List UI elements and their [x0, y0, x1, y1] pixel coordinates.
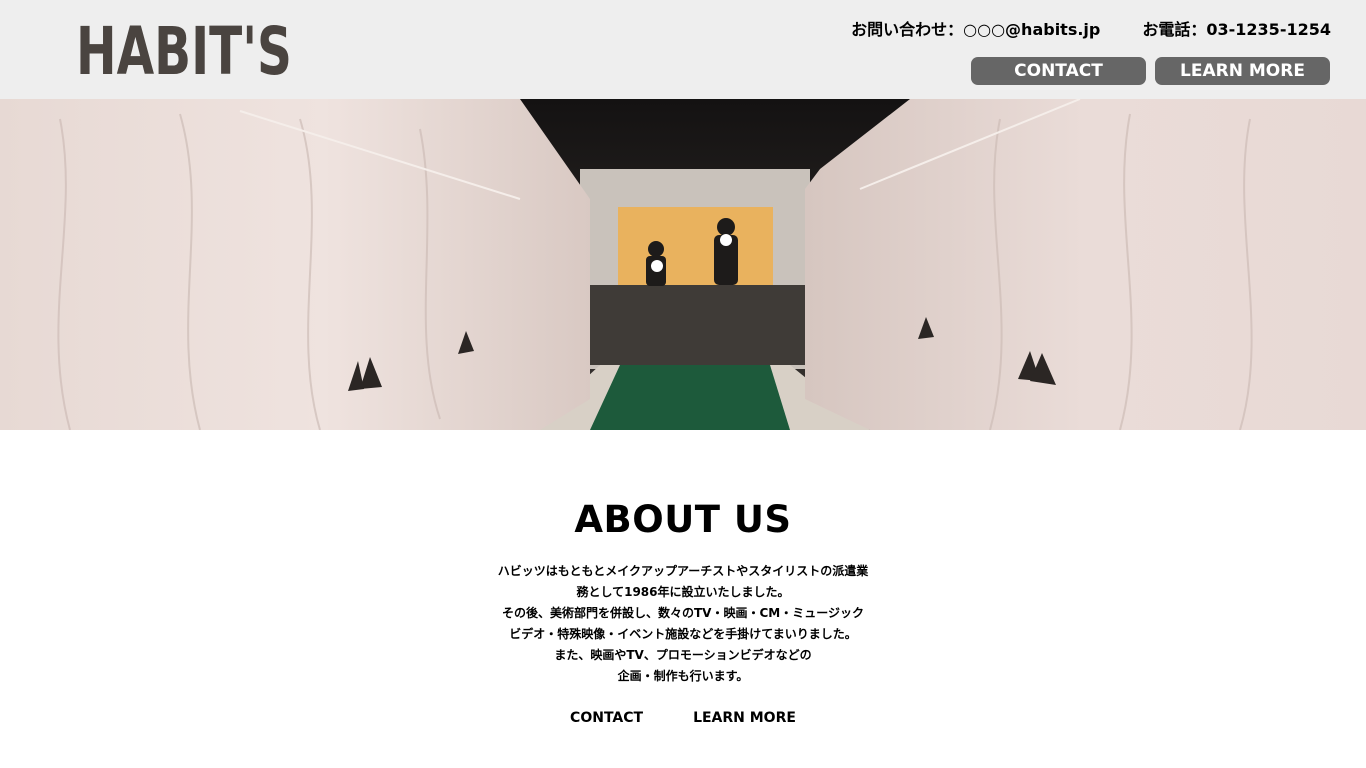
about-line: 務として1986年に設立いたしました。 — [576, 585, 790, 599]
about-links: CONTACT LEARN MORE — [0, 710, 1366, 726]
email-info: お問い合わせ：○○○@habits.jp — [851, 20, 1101, 39]
learn-more-button[interactable]: LEARN MORE — [1155, 57, 1330, 85]
about-title: ABOUT US — [574, 498, 792, 541]
about-line: その後、美術部門を併設し、数々のTV・映画・CM・ミュージック — [502, 606, 864, 620]
logo-text: HABIT'S — [76, 18, 292, 76]
about-contact-link[interactable]: CONTACT — [570, 710, 643, 726]
about-line: ビデオ・特殊映像・イベント施設などを手掛けてまいりました。 — [509, 627, 857, 641]
ninja-range-photo — [0, 99, 1366, 430]
site-header: HABIT'S お問い合わせ：○○○@habits.jp お電話：03-1235… — [0, 0, 1366, 99]
about-line: 企画・制作も行います。 — [617, 669, 749, 683]
contact-info: お問い合わせ：○○○@habits.jp お電話：03-1235-1254 — [851, 16, 1331, 40]
about-line: ハビッツはもともとメイクアップアーチストやスタイリストの派遣業 — [497, 564, 869, 578]
hero-image — [0, 99, 1366, 430]
contact-button[interactable]: CONTACT — [971, 57, 1146, 85]
about-learn-more-link[interactable]: LEARN MORE — [693, 710, 796, 726]
phone-info: お電話：03-1235-1254 — [1142, 20, 1331, 39]
about-description: ハビッツはもともとメイクアップアーチストやスタイリストの派遣業 務として1986… — [483, 561, 883, 687]
about-section: ABOUT US ハビッツはもともとメイクアップアーチストやスタイリストの派遣業… — [0, 430, 1366, 768]
about-line: また、映画やTV、プロモーションビデオなどの — [554, 648, 812, 662]
habits-logo[interactable]: HABIT'S — [76, 18, 292, 76]
header-buttons: CONTACT LEARN MORE — [971, 57, 1330, 85]
